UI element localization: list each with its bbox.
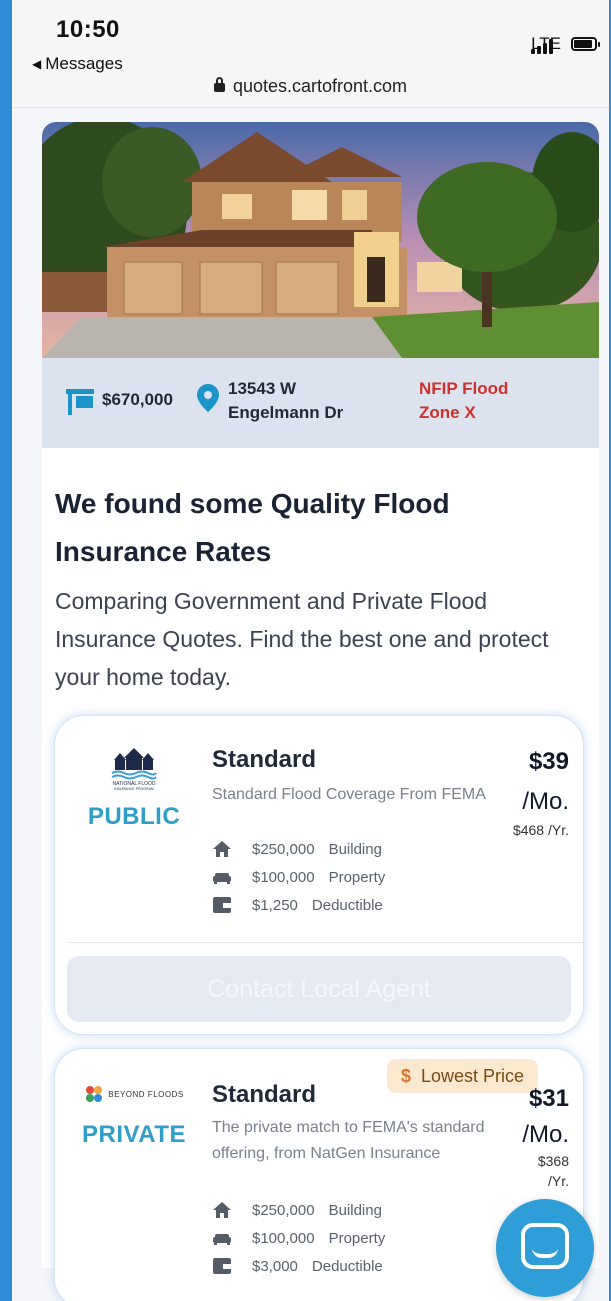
feature-building: $250,000 Building [212, 1199, 382, 1221]
back-label: Messages [45, 54, 123, 73]
couch-icon [212, 1232, 232, 1245]
results-section: We found some Quality Flood Insurance Ra… [42, 448, 599, 1301]
per-month-label: /Mo. [522, 788, 569, 815]
feature-label: Property [328, 868, 386, 886]
address-line-1: 13543 W [228, 379, 297, 398]
address-line-2: Engelmann Dr [228, 403, 344, 422]
property-info-bar: $670,000 13543 W Engelmann Dr NFIP Flood… [42, 358, 599, 448]
feature-value: $100,000 [252, 1229, 315, 1247]
plan-name: Standard [212, 1081, 317, 1108]
quote-type-label: PRIVATE [82, 1121, 186, 1148]
plan-description: The private match to FEMA's standard off… [212, 1119, 485, 1162]
status-bar: 10:50 ◀ Messages LTE quotes.cartofront.co… [12, 0, 609, 108]
currency-tag-icon: $ [401, 1065, 412, 1086]
feature-building: $250,000 Building [212, 838, 382, 860]
zone-line-2: Zone X [419, 403, 476, 422]
house-photo [42, 122, 599, 358]
flood-zone: NFIP Flood Zone X [419, 377, 549, 425]
network-label: LTE [531, 34, 561, 53]
feature-value: $1,250 [252, 896, 298, 914]
per-month-label: /Mo. [522, 1121, 569, 1148]
feature-deductible: $1,250 Deductible [212, 894, 383, 916]
chat-launcher-button[interactable] [496, 1199, 594, 1297]
feature-label: Property [328, 1229, 386, 1247]
lock-icon [213, 77, 225, 92]
feature-value: $100,000 [252, 868, 315, 886]
yearly-price: $368 [537, 1153, 569, 1169]
card-divider [67, 942, 583, 943]
wallet-icon [212, 897, 232, 913]
feature-deductible: $3,000 Deductible [212, 1255, 383, 1277]
plan-description: Standard Flood Coverage From FEMA [212, 786, 486, 803]
feature-label: Deductible [311, 896, 383, 914]
feature-property: $100,000 Property [212, 866, 385, 888]
page-subtitle: Comparing Government and Private Flood I… [55, 588, 549, 690]
address-bar[interactable]: quotes.cartofront.com [12, 76, 609, 97]
for-sale-sign-icon [66, 389, 94, 415]
monthly-price: $39 [528, 748, 569, 775]
house-icon [212, 1202, 232, 1218]
clock: 10:50 [56, 16, 120, 43]
page-title: We found some Quality Flood Insurance Ra… [55, 488, 450, 567]
yearly-price: $468 /Yr. [512, 822, 569, 838]
house-icon [212, 841, 232, 857]
phone-screen: 10:50 ◀ Messages LTE quotes.cartofront.co… [12, 0, 609, 1301]
feature-property: $100,000 Property [212, 1227, 385, 1249]
wallet-icon [212, 1258, 232, 1274]
chat-bubble-icon [521, 1223, 569, 1269]
property-address: 13543 W Engelmann Dr [228, 377, 378, 425]
feature-value: $250,000 [252, 1201, 315, 1219]
back-arrow-icon: ◀ [32, 57, 42, 71]
feature-value: $3,000 [252, 1257, 298, 1275]
property-price: $670,000 [102, 390, 173, 409]
yearly-unit: /Yr. [547, 1173, 569, 1189]
feature-value: $250,000 [252, 840, 315, 858]
quote-card-public[interactable]: NATIONAL FLOOD INSURANCE PROGRAM PUBLIC … [54, 715, 584, 1035]
page-content: $670,000 13543 W Engelmann Dr NFIP Flood… [42, 122, 599, 1301]
feature-label: Deductible [311, 1257, 383, 1275]
couch-icon [212, 871, 232, 884]
lowest-price-badge: $ Lowest Price [387, 1059, 539, 1093]
feature-label: Building [328, 840, 382, 858]
url-text: quotes.cartofront.com [232, 76, 408, 96]
nfip-logo-icon: NATIONAL FLOOD INSURANCE PROGRAM [111, 748, 157, 791]
contact-local-agent-button[interactable]: Contact Local Agent [67, 956, 571, 1022]
logo-text: BEYOND FLOODS [108, 1089, 184, 1099]
quote-type-label: PUBLIC [87, 803, 181, 830]
svg-text:INSURANCE PROGRAM: INSURANCE PROGRAM [114, 787, 154, 790]
beyond-floods-logo-icon [86, 1086, 103, 1102]
back-to-messages-link[interactable]: ◀ Messages [32, 54, 123, 74]
beyond-floods-logo: BEYOND FLOODS PRIVATE [69, 1085, 199, 1149]
badge-label: Lowest Price [421, 1065, 525, 1086]
plan-name: Standard [212, 746, 317, 773]
feature-label: Building [328, 1201, 382, 1219]
monthly-price: $31 [528, 1085, 569, 1112]
battery-icon [571, 37, 600, 51]
zone-line-1: NFIP Flood [419, 379, 509, 398]
location-pin-icon [197, 384, 219, 412]
nfip-logo: NATIONAL FLOOD INSURANCE PROGRAM PUBLIC [69, 746, 199, 831]
